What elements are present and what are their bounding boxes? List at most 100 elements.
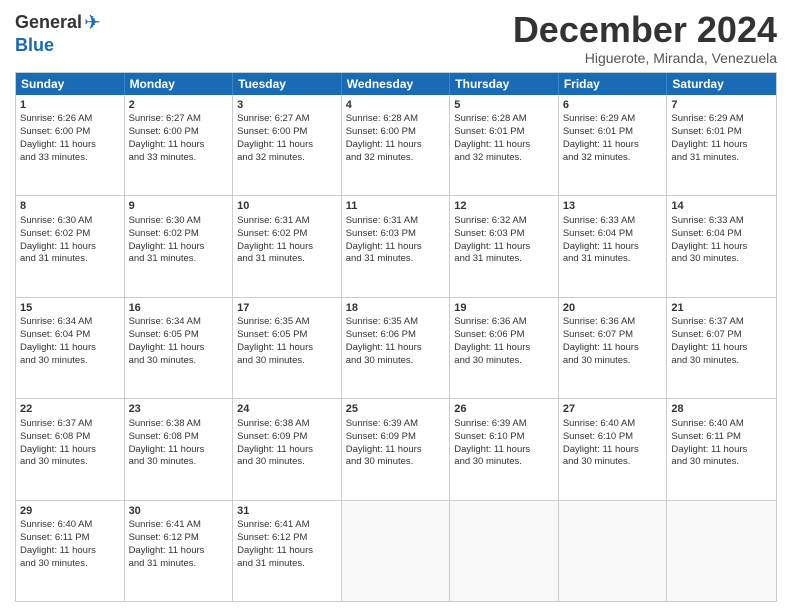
day-info-line: Sunset: 6:09 PM (237, 431, 337, 444)
day-info-line: Sunrise: 6:36 AM (454, 316, 554, 329)
day-info-line: Sunset: 6:03 PM (346, 228, 446, 241)
day-info-line: Sunrise: 6:33 AM (671, 215, 772, 228)
weekday-header: Monday (125, 73, 234, 95)
day-info-line: and 33 minutes. (20, 152, 120, 165)
day-number: 8 (20, 199, 120, 214)
day-info-line: Daylight: 11 hours (237, 241, 337, 254)
calendar-cell: 3Sunrise: 6:27 AMSunset: 6:00 PMDaylight… (233, 95, 342, 195)
day-info-line: and 30 minutes. (20, 355, 120, 368)
calendar-cell: 28Sunrise: 6:40 AMSunset: 6:11 PMDayligh… (667, 399, 776, 499)
day-info-line: Sunrise: 6:38 AM (129, 418, 229, 431)
day-info-line: Sunrise: 6:40 AM (563, 418, 663, 431)
day-info-line: Sunrise: 6:32 AM (454, 215, 554, 228)
day-info-line: Sunrise: 6:37 AM (20, 418, 120, 431)
month-title: December 2024 (513, 10, 777, 50)
day-info-line: and 30 minutes. (563, 355, 663, 368)
calendar-cell: 17Sunrise: 6:35 AMSunset: 6:05 PMDayligh… (233, 298, 342, 398)
day-info-line: and 30 minutes. (346, 456, 446, 469)
day-info-line: Sunrise: 6:29 AM (563, 113, 663, 126)
day-number: 12 (454, 199, 554, 214)
day-info-line: and 32 minutes. (454, 152, 554, 165)
calendar-cell (342, 501, 451, 601)
day-info-line: Daylight: 11 hours (454, 444, 554, 457)
day-info-line: Sunset: 6:01 PM (454, 126, 554, 139)
day-number: 30 (129, 504, 229, 519)
day-info-line: Sunset: 6:00 PM (20, 126, 120, 139)
day-info-line: Sunset: 6:02 PM (129, 228, 229, 241)
day-info-line: Daylight: 11 hours (563, 444, 663, 457)
day-info-line: Sunset: 6:10 PM (454, 431, 554, 444)
day-info-line: Sunset: 6:02 PM (20, 228, 120, 241)
day-number: 6 (563, 98, 663, 113)
calendar-header: SundayMondayTuesdayWednesdayThursdayFrid… (16, 73, 776, 95)
calendar-page: General ✈ Blue December 2024 Higuerote, … (0, 0, 792, 612)
weekday-header: Saturday (667, 73, 776, 95)
day-info-line: Sunrise: 6:30 AM (129, 215, 229, 228)
calendar-cell: 10Sunrise: 6:31 AMSunset: 6:02 PMDayligh… (233, 196, 342, 296)
day-number: 3 (237, 98, 337, 113)
day-info-line: Sunrise: 6:34 AM (20, 316, 120, 329)
day-info-line: and 30 minutes. (454, 456, 554, 469)
calendar-cell: 26Sunrise: 6:39 AMSunset: 6:10 PMDayligh… (450, 399, 559, 499)
day-number: 18 (346, 301, 446, 316)
day-info-line: and 30 minutes. (129, 456, 229, 469)
calendar-cell: 7Sunrise: 6:29 AMSunset: 6:01 PMDaylight… (667, 95, 776, 195)
day-info-line: and 31 minutes. (346, 253, 446, 266)
day-info-line: Sunset: 6:05 PM (237, 329, 337, 342)
day-info-line: Sunrise: 6:29 AM (671, 113, 772, 126)
calendar-cell: 20Sunrise: 6:36 AMSunset: 6:07 PMDayligh… (559, 298, 668, 398)
day-number: 17 (237, 301, 337, 316)
calendar-row: 15Sunrise: 6:34 AMSunset: 6:04 PMDayligh… (16, 297, 776, 398)
calendar-cell: 5Sunrise: 6:28 AMSunset: 6:01 PMDaylight… (450, 95, 559, 195)
calendar-cell: 13Sunrise: 6:33 AMSunset: 6:04 PMDayligh… (559, 196, 668, 296)
day-info-line: Daylight: 11 hours (237, 342, 337, 355)
day-number: 2 (129, 98, 229, 113)
calendar-cell: 31Sunrise: 6:41 AMSunset: 6:12 PMDayligh… (233, 501, 342, 601)
calendar-cell: 2Sunrise: 6:27 AMSunset: 6:00 PMDaylight… (125, 95, 234, 195)
weekday-header: Wednesday (342, 73, 451, 95)
day-info-line: Daylight: 11 hours (129, 342, 229, 355)
calendar-cell: 18Sunrise: 6:35 AMSunset: 6:06 PMDayligh… (342, 298, 451, 398)
calendar-body: 1Sunrise: 6:26 AMSunset: 6:00 PMDaylight… (16, 95, 776, 601)
day-info-line: and 32 minutes. (563, 152, 663, 165)
day-info-line: and 30 minutes. (671, 253, 772, 266)
calendar-cell: 6Sunrise: 6:29 AMSunset: 6:01 PMDaylight… (559, 95, 668, 195)
day-info-line: and 31 minutes. (454, 253, 554, 266)
day-info-line: Daylight: 11 hours (20, 241, 120, 254)
day-info-line: and 31 minutes. (20, 253, 120, 266)
day-info-line: Daylight: 11 hours (346, 241, 446, 254)
day-info-line: Sunrise: 6:35 AM (237, 316, 337, 329)
calendar-cell: 27Sunrise: 6:40 AMSunset: 6:10 PMDayligh… (559, 399, 668, 499)
calendar-cell: 24Sunrise: 6:38 AMSunset: 6:09 PMDayligh… (233, 399, 342, 499)
day-info-line: Sunrise: 6:39 AM (454, 418, 554, 431)
day-info-line: and 30 minutes. (129, 355, 229, 368)
day-info-line: Sunrise: 6:27 AM (129, 113, 229, 126)
day-info-line: Daylight: 11 hours (454, 139, 554, 152)
day-info-line: Daylight: 11 hours (20, 139, 120, 152)
day-info-line: Sunset: 6:00 PM (346, 126, 446, 139)
day-number: 11 (346, 199, 446, 214)
day-number: 23 (129, 402, 229, 417)
day-info-line: and 30 minutes. (20, 456, 120, 469)
day-number: 28 (671, 402, 772, 417)
logo-bird-icon: ✈ (84, 10, 101, 35)
day-info-line: Daylight: 11 hours (129, 545, 229, 558)
day-info-line: Daylight: 11 hours (237, 444, 337, 457)
day-number: 7 (671, 98, 772, 113)
day-number: 9 (129, 199, 229, 214)
day-info-line: Daylight: 11 hours (346, 444, 446, 457)
calendar-cell: 11Sunrise: 6:31 AMSunset: 6:03 PMDayligh… (342, 196, 451, 296)
day-info-line: Sunset: 6:12 PM (129, 532, 229, 545)
calendar-row: 1Sunrise: 6:26 AMSunset: 6:00 PMDaylight… (16, 95, 776, 195)
day-number: 4 (346, 98, 446, 113)
day-info-line: Daylight: 11 hours (346, 342, 446, 355)
day-info-line: and 32 minutes. (346, 152, 446, 165)
day-info-line: Daylight: 11 hours (237, 139, 337, 152)
logo-general-text: General (15, 12, 82, 33)
day-info-line: Sunrise: 6:41 AM (129, 519, 229, 532)
day-info-line: and 31 minutes. (563, 253, 663, 266)
day-info-line: Sunset: 6:04 PM (20, 329, 120, 342)
day-info-line: Sunrise: 6:28 AM (346, 113, 446, 126)
weekday-header: Tuesday (233, 73, 342, 95)
day-number: 16 (129, 301, 229, 316)
